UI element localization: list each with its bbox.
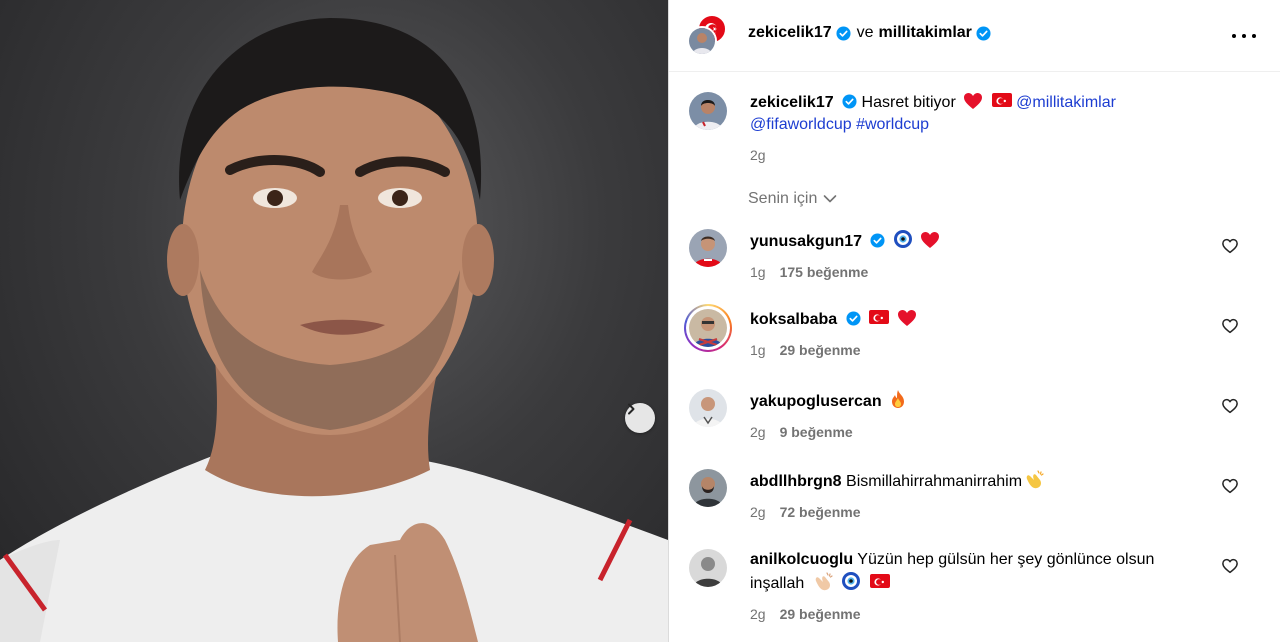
red-heart-emoji: [897, 310, 916, 326]
comment-avatar[interactable]: [689, 549, 727, 587]
author-username[interactable]: zekicelik17: [748, 24, 832, 42]
more-options-button[interactable]: [1232, 26, 1256, 46]
evil-eye-emoji: [842, 572, 861, 590]
heart-outline-icon[interactable]: [1221, 557, 1239, 575]
comment-meta: 2g 9 beğenme: [750, 421, 1220, 443]
portrait-image: [0, 18, 668, 642]
verified-badge-icon: [842, 94, 857, 109]
turkish-flag-emoji: [869, 574, 890, 588]
comment-meta: 1g 175 beğenme: [750, 261, 1220, 283]
comment-meta: 2g 72 beğenme: [750, 501, 1220, 523]
post-header: zekicelik17 ve millitakimlar: [669, 0, 1280, 72]
chevron-down-icon: [824, 195, 837, 203]
red-heart-emoji: [921, 232, 940, 248]
verified-badge-icon: [836, 25, 851, 41]
comment-meta: 1g 29 beğenme: [750, 339, 1220, 361]
red-heart-emoji: [964, 93, 983, 109]
comment-avatar[interactable]: [689, 389, 727, 427]
verified-badge-icon: [976, 25, 991, 41]
comment-time[interactable]: 2g: [750, 504, 766, 520]
next-arrow-icon: [628, 403, 635, 415]
heart-outline-icon[interactable]: [1221, 237, 1239, 255]
comment-username[interactable]: abdllhbrgn8: [750, 473, 842, 490]
mention-link[interactable]: @fifaworldcup: [750, 116, 852, 133]
hashtag-link[interactable]: #worldcup: [856, 116, 929, 133]
avatar-zekicelik17[interactable]: [687, 26, 717, 56]
heart-outline-icon[interactable]: [1221, 477, 1239, 495]
verified-badge-icon: [870, 233, 886, 248]
comment-username[interactable]: yakupoglusercan: [750, 393, 882, 410]
comment-text: Yüzün hep gülsün her şey gönlünce olsun: [857, 551, 1155, 568]
comment-likes[interactable]: 29 beğenme: [780, 342, 861, 358]
verified-badge-icon: [846, 311, 861, 326]
collaborator-username[interactable]: millitakimlar: [879, 24, 972, 42]
heart-outline-icon[interactable]: [1221, 397, 1239, 415]
post-time[interactable]: 2g: [750, 147, 766, 163]
heart-outline-icon[interactable]: [1221, 317, 1239, 335]
comment-likes[interactable]: 9 beğenme: [780, 424, 853, 440]
caption-username[interactable]: zekicelik17: [750, 94, 834, 111]
post-photo[interactable]: [0, 0, 668, 642]
evil-eye-emoji: [893, 230, 912, 248]
collab-conjunction: ve: [856, 24, 874, 41]
comment-text-continued: inşallah: [750, 575, 805, 592]
comment-time[interactable]: 2g: [750, 424, 766, 440]
comment-likes[interactable]: 72 beğenme: [780, 504, 861, 520]
comment-text: Bismillahirrahmanirrahim: [846, 473, 1023, 490]
comment-likes[interactable]: 175 beğenme: [780, 264, 869, 280]
comment-body: yakupoglusercan 2g 9 beğenme: [750, 389, 1220, 443]
sort-label: Senin için: [748, 190, 818, 207]
comment-time[interactable]: 1g: [750, 264, 766, 280]
post-authors: zekicelik17 ve millitakimlar: [748, 24, 991, 42]
comment-likes[interactable]: 29 beğenme: [780, 606, 861, 622]
comment-body: abdllhbrgn8 Bismillahirrahmanirrahim 2g 7…: [750, 469, 1220, 523]
more-options-icon: [1232, 34, 1236, 38]
clapping-hands-emoji: [815, 572, 833, 591]
caption-avatar[interactable]: [689, 92, 727, 130]
comment-time[interactable]: 1g: [750, 342, 766, 358]
turkish-flag-emoji: [991, 93, 1012, 107]
turkish-flag-emoji: [869, 310, 890, 324]
comment-username[interactable]: anilkolcuoglu: [750, 551, 853, 568]
comment-body: koksalbaba 1g 29 beğenme: [750, 309, 1220, 361]
collab-avatars[interactable]: [687, 14, 731, 58]
comment-body: yunusakgun17 1g 175 beğenme: [750, 229, 1220, 283]
comment-avatar[interactable]: [689, 469, 727, 507]
clapping-hands-emoji: [1026, 470, 1044, 489]
fire-emoji: [892, 390, 905, 408]
caption-text-block: zekicelik17 Hasret bitiyor @millitakimla…: [750, 92, 1230, 166]
comment-meta: 2g 29 beğenme: [750, 603, 1220, 625]
comment-avatar[interactable]: [689, 309, 727, 347]
next-image-button[interactable]: [625, 403, 655, 433]
comment-username[interactable]: yunusakgun17: [750, 233, 862, 250]
post-side-panel: zekicelik17 ve millitakimlar zekicelik17…: [668, 0, 1280, 642]
comment-sort-dropdown[interactable]: Senin için: [748, 190, 837, 208]
comment-avatar[interactable]: [689, 229, 727, 267]
comment-time[interactable]: 2g: [750, 606, 766, 622]
caption-meta: 2g: [750, 144, 1230, 166]
comment-username[interactable]: koksalbaba: [750, 311, 837, 328]
mention-link[interactable]: @millitakimlar: [1016, 94, 1116, 111]
comment-body: anilkolcuoglu Yüzün hep gülsün her şey g…: [750, 549, 1220, 625]
caption-text: Hasret bitiyor: [861, 94, 956, 111]
